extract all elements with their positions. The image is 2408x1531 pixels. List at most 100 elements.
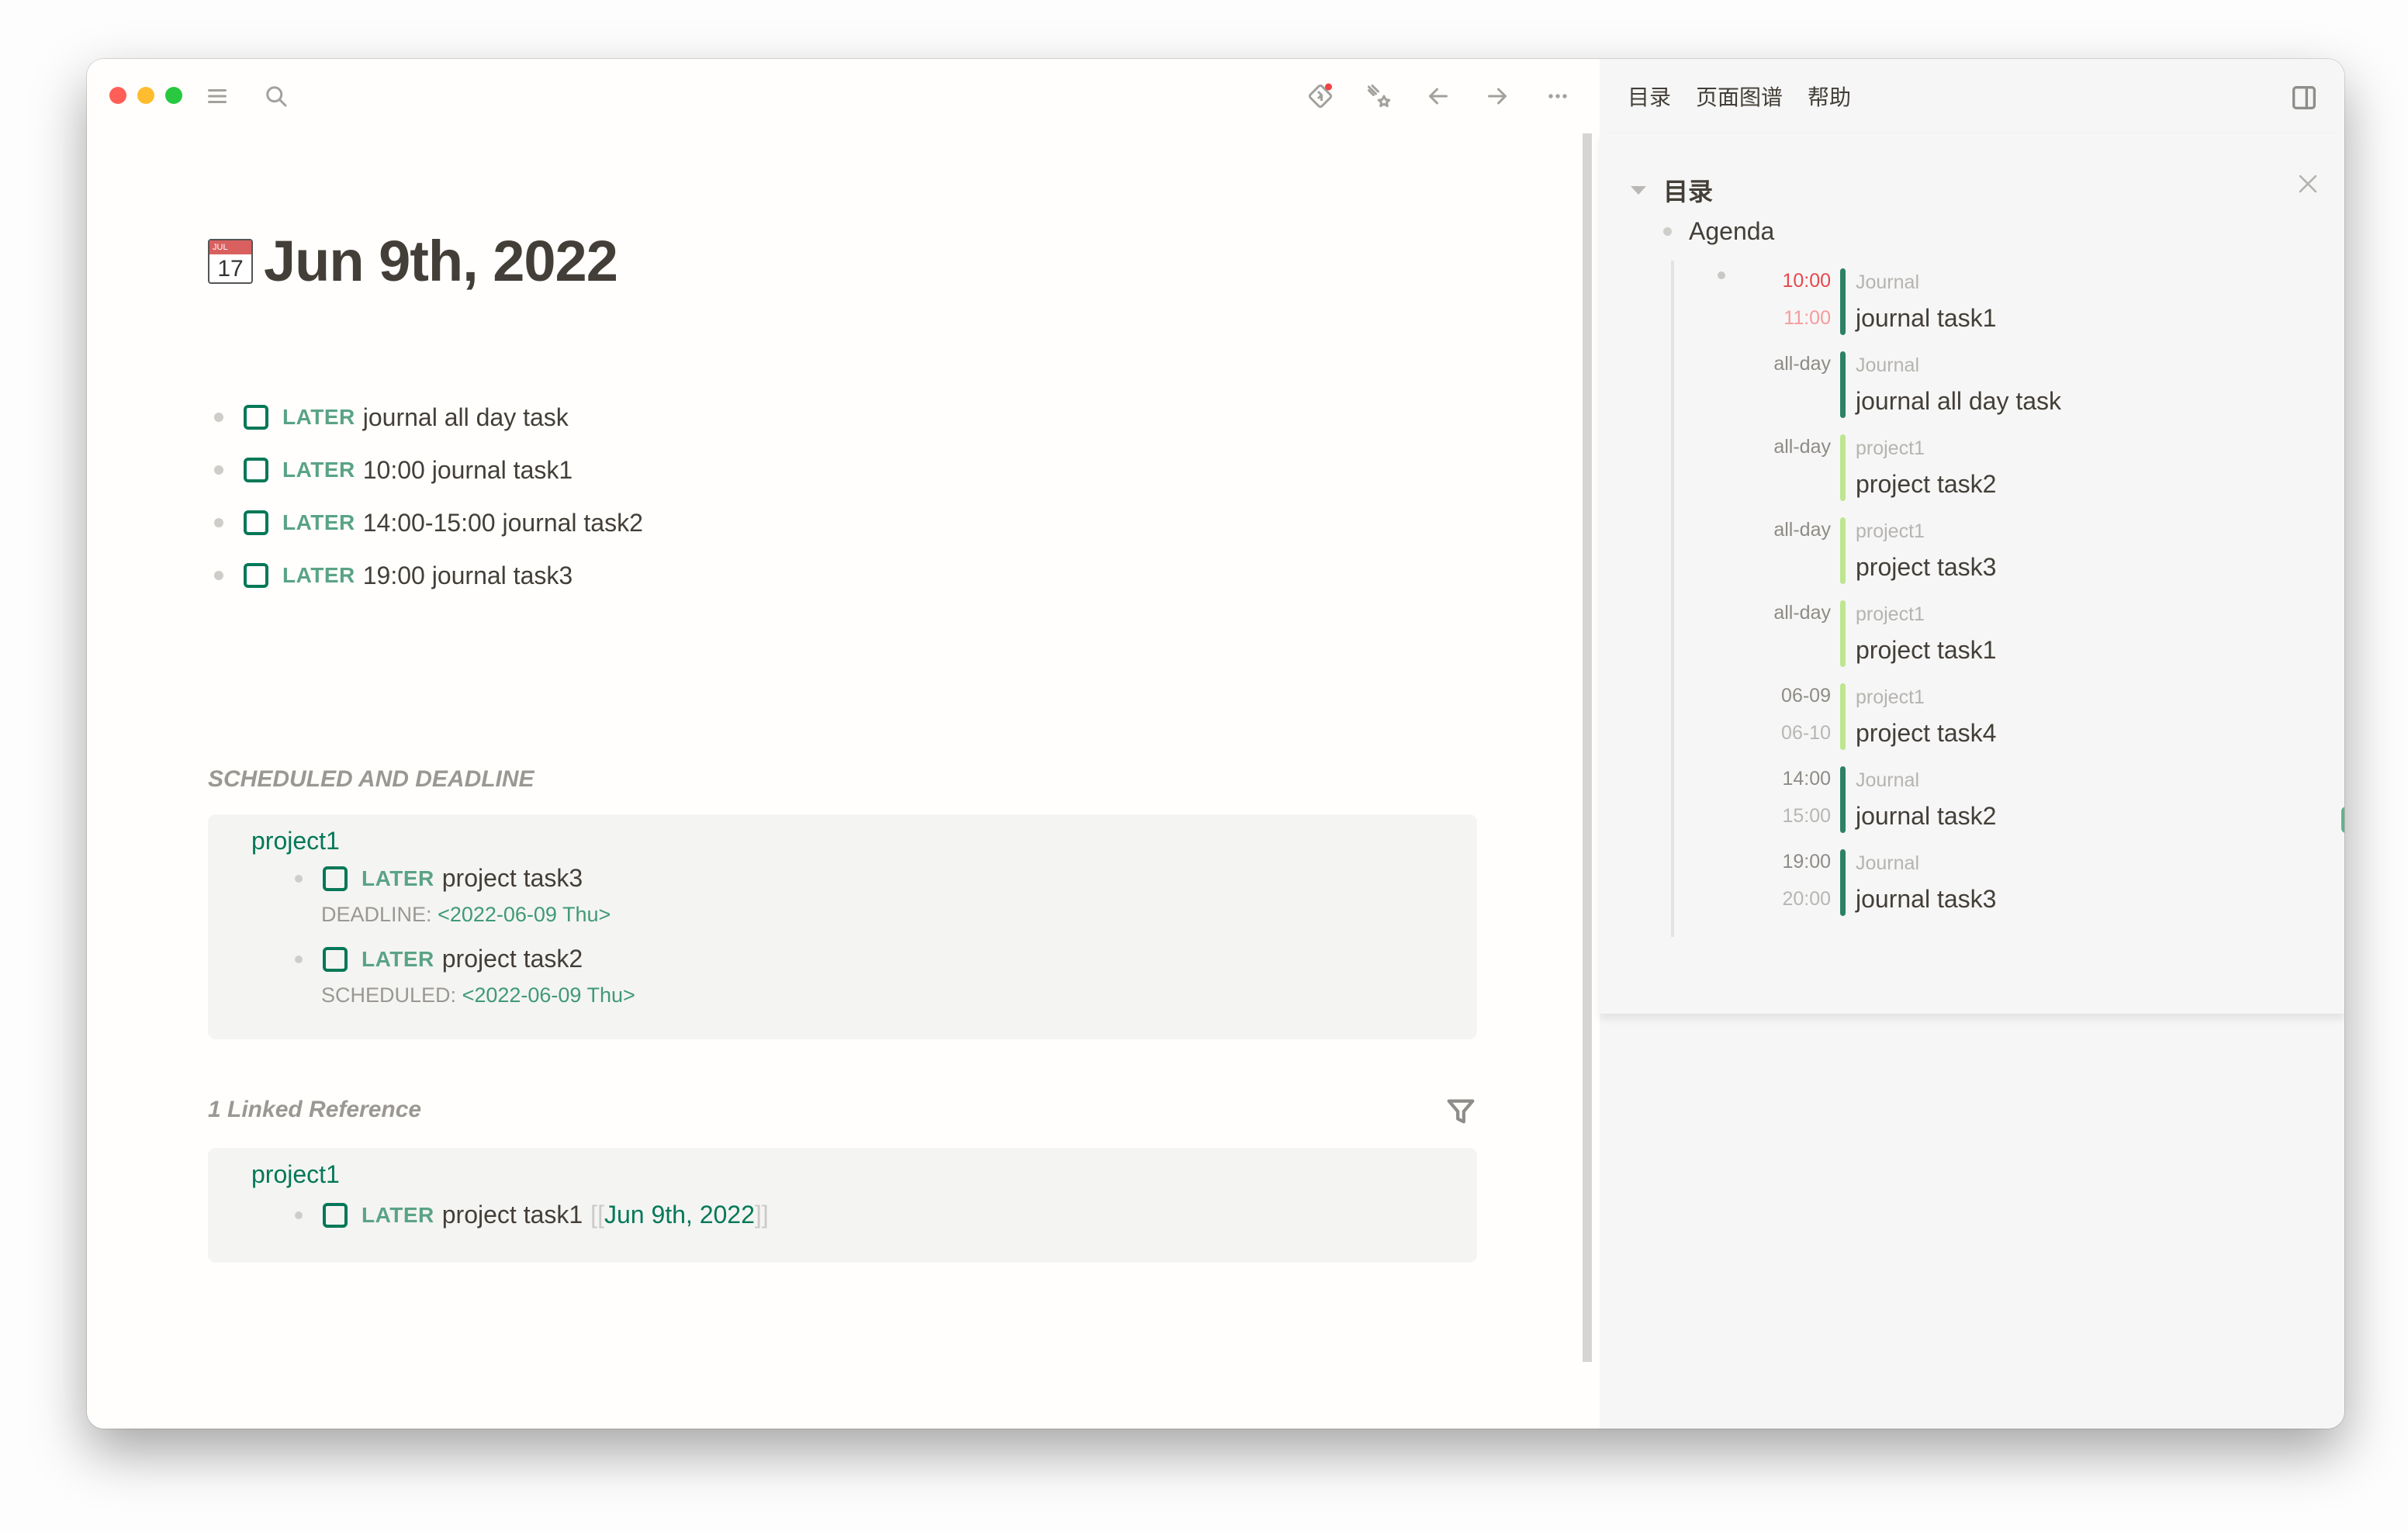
minimize-window-button[interactable] bbox=[137, 87, 154, 104]
toc-panel: 目录 Agenda 10:00 11:00 Journal journal task1… bbox=[1600, 133, 2344, 1014]
event-source[interactable]: project1 bbox=[1856, 437, 1925, 460]
task-checkbox[interactable] bbox=[244, 458, 268, 482]
filter-icon[interactable] bbox=[1443, 1094, 1479, 1129]
page-ref-link[interactable]: Jun 9th, 2022 bbox=[604, 1201, 755, 1229]
task-checkbox[interactable] bbox=[244, 510, 268, 535]
page-ref-link[interactable]: project1 bbox=[251, 827, 340, 855]
tab-help[interactable]: 帮助 bbox=[1808, 81, 1851, 112]
event-title[interactable]: project task3 bbox=[1856, 553, 1996, 582]
bullet-icon[interactable] bbox=[295, 1211, 303, 1219]
event-start-time: 10:00 bbox=[1782, 270, 1831, 292]
bullet-icon[interactable] bbox=[1663, 227, 1672, 236]
task-block[interactable]: LATER journal all day task bbox=[214, 391, 643, 444]
bullet-icon[interactable] bbox=[214, 465, 223, 475]
maximize-window-button[interactable] bbox=[165, 87, 182, 104]
bullet-icon[interactable] bbox=[295, 955, 303, 963]
task-marker[interactable]: LATER bbox=[362, 1203, 434, 1228]
event-title[interactable]: journal task2 bbox=[1856, 802, 1996, 831]
event-start-time: all-day bbox=[1773, 436, 1831, 458]
task-block[interactable]: LATER 14:00-15:00 journal task2 bbox=[214, 496, 643, 549]
event-start-time: 14:00 bbox=[1782, 768, 1831, 790]
close-window-button[interactable] bbox=[109, 87, 126, 104]
toc-title[interactable]: 目录 bbox=[1663, 172, 1713, 208]
agenda-event[interactable]: all-day project1 project task1 bbox=[1724, 600, 2267, 683]
task-marker[interactable]: LATER bbox=[362, 947, 434, 972]
block-text[interactable]: 14:00-15:00 journal task2 bbox=[363, 509, 643, 537]
tab-page-graph[interactable]: 页面图谱 bbox=[1696, 81, 1783, 112]
task-checkbox[interactable] bbox=[244, 563, 268, 588]
event-title[interactable]: journal task1 bbox=[1856, 304, 1996, 333]
task-marker[interactable]: LATER bbox=[282, 510, 355, 535]
right-sidebar: 目录 页面图谱 帮助 目录 Agenda 10:00 11:00 Journal jo… bbox=[1600, 59, 2344, 1429]
event-source[interactable]: project1 bbox=[1856, 603, 1925, 626]
task-checkbox[interactable] bbox=[244, 405, 268, 430]
event-source[interactable]: project1 bbox=[1856, 686, 1925, 709]
task-marker[interactable]: LATER bbox=[282, 563, 355, 588]
agenda-event[interactable]: 14:00 15:00 Journal journal task2 NOW bbox=[1724, 766, 2344, 849]
bullet-icon[interactable] bbox=[214, 518, 223, 527]
block-text[interactable]: project task2 bbox=[442, 945, 583, 973]
event-end-time: 11:00 bbox=[1784, 307, 1831, 329]
main-scrollbar[interactable] bbox=[1583, 133, 1592, 1362]
block-text[interactable]: journal all day task bbox=[363, 403, 569, 432]
block-text[interactable]: project task3 bbox=[442, 864, 583, 893]
search-icon[interactable] bbox=[259, 79, 293, 113]
collapse-caret-icon[interactable] bbox=[1631, 185, 1646, 195]
bullet-icon[interactable] bbox=[295, 874, 303, 883]
arrow-left-icon[interactable] bbox=[1421, 79, 1455, 113]
event-title[interactable]: journal all day task bbox=[1856, 387, 2061, 416]
task-block[interactable]: LATER project task2 bbox=[295, 945, 583, 973]
bullet-icon[interactable] bbox=[214, 571, 223, 580]
task-block[interactable]: LATER 10:00 journal task1 bbox=[214, 444, 643, 496]
shooting-star-icon[interactable] bbox=[1362, 79, 1396, 113]
git-sync-icon[interactable] bbox=[1303, 79, 1337, 113]
event-source[interactable]: Journal bbox=[1856, 852, 1919, 875]
toggle-sidebar-icon[interactable] bbox=[2289, 82, 2320, 113]
task-block[interactable]: LATER project task3 bbox=[295, 864, 583, 893]
page-ref-link[interactable]: project1 bbox=[251, 1160, 340, 1189]
toc-header[interactable]: 目录 bbox=[1631, 172, 1713, 208]
scheduled-section-title[interactable]: SCHEDULED AND DEADLINE bbox=[208, 766, 535, 793]
scheduled-date[interactable]: <2022-06-09 Thu> bbox=[462, 983, 635, 1007]
event-source[interactable]: project1 bbox=[1856, 520, 1925, 543]
task-checkbox[interactable] bbox=[323, 866, 348, 891]
event-source[interactable]: Journal bbox=[1856, 354, 1919, 377]
agenda-event[interactable]: all-day project1 project task2 bbox=[1724, 434, 2267, 517]
linked-references-title[interactable]: 1 Linked Reference bbox=[208, 1097, 421, 1123]
task-marker[interactable]: LATER bbox=[282, 458, 355, 482]
agenda-event[interactable]: all-day Journal journal all day task bbox=[1724, 351, 2267, 434]
task-checkbox[interactable] bbox=[323, 946, 348, 972]
agenda-event[interactable]: all-day project1 project task3 bbox=[1724, 517, 2267, 600]
event-title[interactable]: project task4 bbox=[1856, 719, 1996, 748]
task-block[interactable]: LATER project task1 [[ Jun 9th, 2022 ]] bbox=[295, 1201, 769, 1229]
page-title-text[interactable]: Jun 9th, 2022 bbox=[264, 228, 618, 294]
window-controls bbox=[109, 87, 182, 104]
block-text[interactable]: 19:00 journal task3 bbox=[363, 562, 573, 590]
sidebar-tabs: 目录 页面图谱 帮助 bbox=[1628, 81, 1851, 112]
agenda-title[interactable]: Agenda bbox=[1689, 217, 1774, 246]
task-marker[interactable]: LATER bbox=[282, 405, 355, 430]
event-source[interactable]: Journal bbox=[1856, 769, 1919, 792]
agenda-event[interactable]: 10:00 11:00 Journal journal task1 bbox=[1724, 268, 2267, 351]
agenda-block[interactable]: Agenda bbox=[1663, 217, 1774, 246]
block-text[interactable]: 10:00 journal task1 bbox=[363, 456, 573, 485]
linked-reference-card: project1 LATER project task1 [[ Jun 9th,… bbox=[208, 1148, 1477, 1263]
agenda-event[interactable]: 06-09 06-10 project1 project task4 bbox=[1724, 683, 2267, 766]
menu-icon[interactable] bbox=[200, 79, 234, 113]
block-text[interactable]: project task1 bbox=[442, 1201, 583, 1229]
more-icon[interactable] bbox=[1541, 79, 1575, 113]
close-icon[interactable] bbox=[2295, 171, 2321, 197]
arrow-right-icon[interactable] bbox=[1480, 79, 1514, 113]
bullet-icon[interactable] bbox=[214, 413, 223, 422]
event-title[interactable]: project task1 bbox=[1856, 636, 1996, 665]
event-source[interactable]: Journal bbox=[1856, 271, 1919, 294]
task-block[interactable]: LATER 19:00 journal task3 bbox=[214, 549, 643, 602]
agenda-event[interactable]: 19:00 20:00 Journal journal task3 bbox=[1724, 849, 2267, 932]
event-title[interactable]: project task2 bbox=[1856, 470, 1996, 499]
tab-toc[interactable]: 目录 bbox=[1628, 81, 1671, 112]
event-title[interactable]: journal task3 bbox=[1856, 885, 1996, 914]
task-checkbox[interactable] bbox=[323, 1202, 348, 1228]
deadline-date[interactable]: <2022-06-09 Thu> bbox=[438, 903, 611, 926]
scheduled-card: project1 LATER project task3 DEADLINE: <… bbox=[208, 814, 1477, 1039]
task-marker[interactable]: LATER bbox=[362, 866, 434, 891]
